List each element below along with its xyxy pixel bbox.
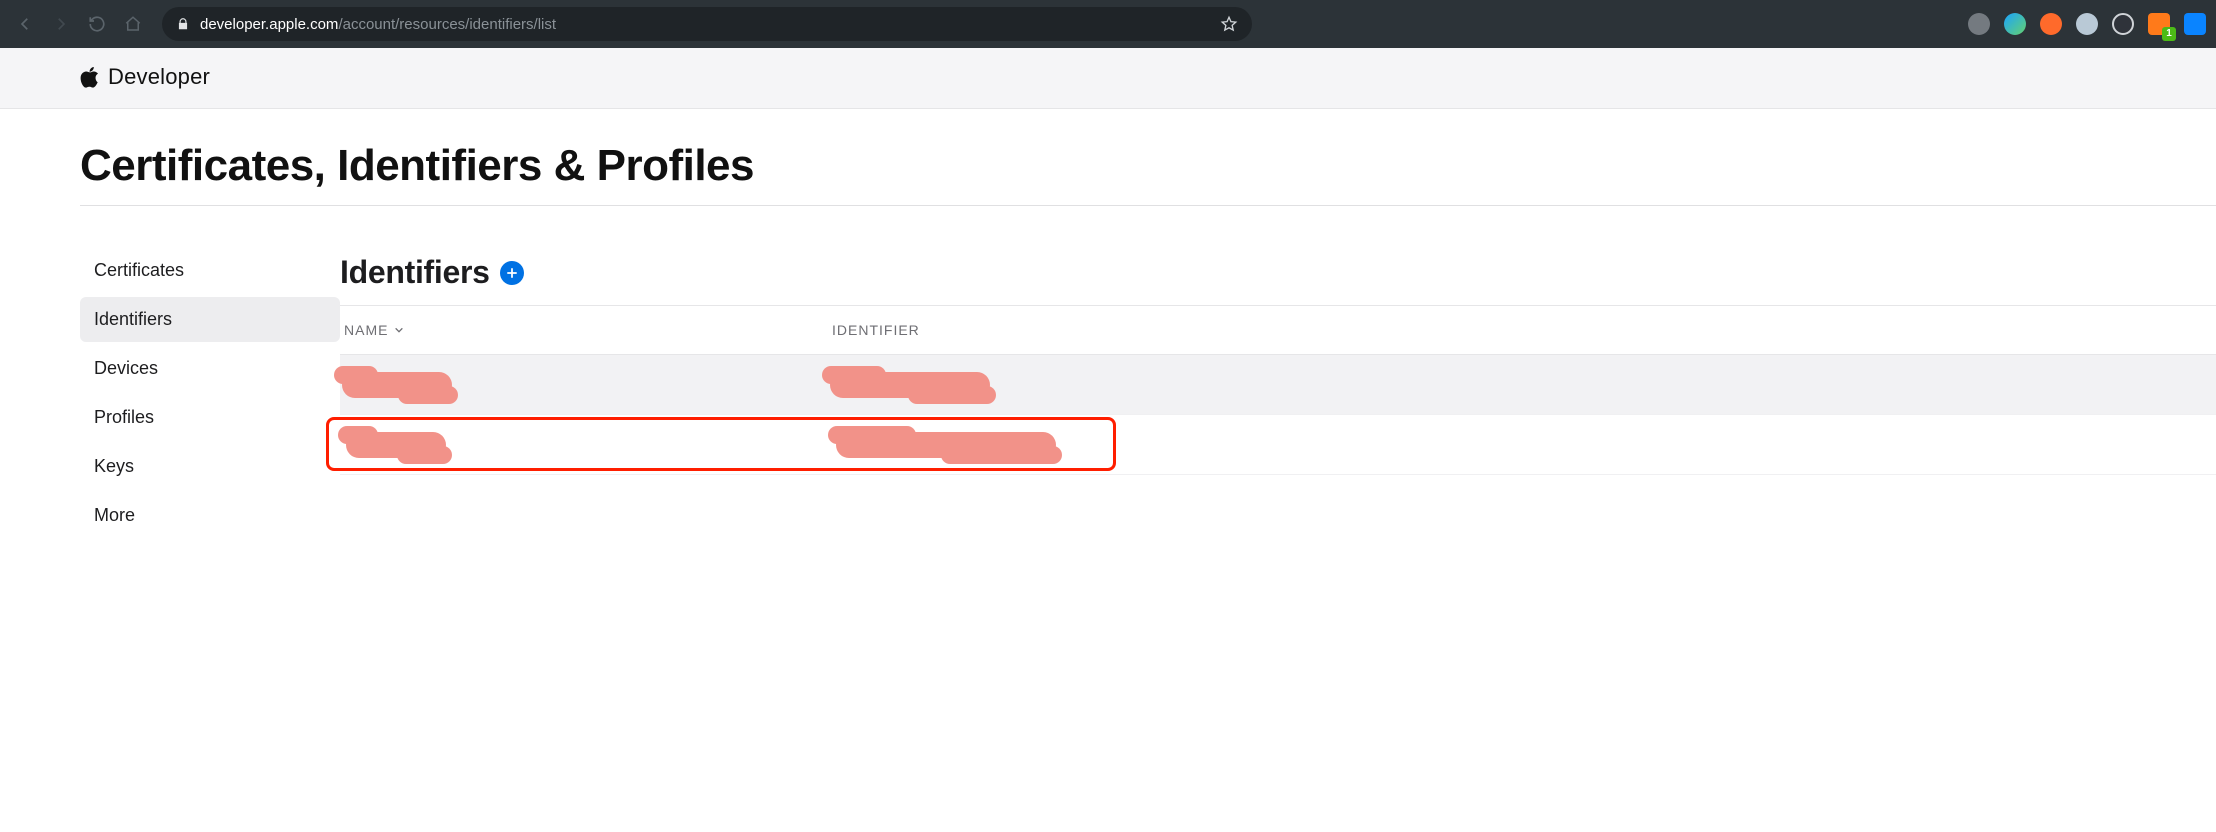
extension-icons: 1 xyxy=(1968,13,2206,35)
reload-button[interactable] xyxy=(86,13,108,35)
site-header: Developer xyxy=(0,48,2216,109)
url-path: /account/resources/identifiers/list xyxy=(338,16,556,33)
extension-icon-3[interactable] xyxy=(2040,13,2062,35)
lock-icon xyxy=(176,17,190,31)
apple-logo-icon xyxy=(80,65,100,89)
cell-name xyxy=(342,355,830,414)
url-host: developer.apple.com xyxy=(200,16,338,33)
panel-title: Identifiers xyxy=(340,254,490,291)
cell-identifier xyxy=(830,415,2216,474)
table-row[interactable] xyxy=(340,415,2216,475)
redaction-mark xyxy=(342,372,452,398)
brand-text: Developer xyxy=(108,64,210,90)
brand[interactable]: Developer xyxy=(80,64,1560,90)
column-header-name[interactable]: NAME xyxy=(344,322,832,338)
column-header-name-label: NAME xyxy=(344,322,388,338)
home-button[interactable] xyxy=(122,13,144,35)
cell-identifier xyxy=(830,355,2216,414)
table-row[interactable] xyxy=(340,355,2216,415)
redaction-mark xyxy=(830,372,990,398)
redaction-mark xyxy=(836,432,1056,458)
sidebar-item-profiles[interactable]: Profiles xyxy=(80,395,340,440)
extension-icon-2[interactable] xyxy=(2004,13,2026,35)
column-header-identifier-label: IDENTIFIER xyxy=(832,322,920,338)
extension-icon-4[interactable] xyxy=(2076,13,2098,35)
sidebar-item-keys[interactable]: Keys xyxy=(80,444,340,489)
sidebar-item-more[interactable]: More xyxy=(80,493,340,538)
forward-button[interactable] xyxy=(50,13,72,35)
nav-button-group xyxy=(6,13,152,35)
extension-icon-6[interactable]: 1 xyxy=(2148,13,2170,35)
back-button[interactable] xyxy=(14,13,36,35)
extension-badge: 1 xyxy=(2162,27,2176,41)
page-content: Certificates, Identifiers & Profiles Cer… xyxy=(0,109,2216,542)
sidebar-item-devices[interactable]: Devices xyxy=(80,346,340,391)
add-identifier-button[interactable] xyxy=(500,261,524,285)
sort-caret-icon xyxy=(394,322,404,338)
browser-chrome: developer.apple.com/account/resources/id… xyxy=(0,0,2216,48)
sidebar: Certificates Identifiers Devices Profile… xyxy=(80,260,340,542)
address-bar[interactable]: developer.apple.com/account/resources/id… xyxy=(162,7,1252,41)
url-text: developer.apple.com/account/resources/id… xyxy=(200,16,556,33)
main-panel: Identifiers NAME IDENTIFIER xyxy=(340,260,2216,475)
redaction-mark xyxy=(346,432,446,458)
table-header: NAME IDENTIFIER xyxy=(340,305,2216,355)
panel-header: Identifiers xyxy=(340,254,2216,305)
extension-icon-5[interactable] xyxy=(2112,13,2134,35)
bookmark-star-icon[interactable] xyxy=(1220,15,1238,33)
sidebar-item-identifiers[interactable]: Identifiers xyxy=(80,297,340,342)
page-title: Certificates, Identifiers & Profiles xyxy=(80,141,2216,206)
sidebar-item-certificates[interactable]: Certificates xyxy=(80,248,340,293)
cell-name xyxy=(342,415,830,474)
column-header-identifier: IDENTIFIER xyxy=(832,322,2216,338)
extension-icon-7[interactable] xyxy=(2184,13,2206,35)
extension-icon-1[interactable] xyxy=(1968,13,1990,35)
